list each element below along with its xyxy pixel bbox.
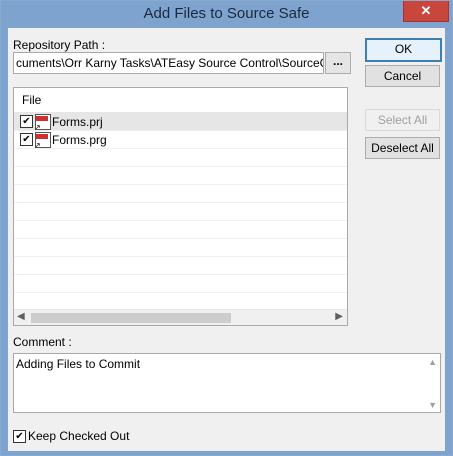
file-column-header: File [22, 93, 42, 107]
file-checkbox[interactable]: ✔ [20, 115, 33, 128]
deselect-all-button[interactable]: Deselect All [365, 137, 440, 159]
scroll-thumb[interactable] [31, 313, 231, 323]
prj-file-icon: ↗ [34, 114, 51, 132]
comment-textarea[interactable]: Adding Files to Commit ▲ ▼ [13, 353, 441, 413]
file-list[interactable]: File ✔ ↗ Forms.prj ✔ ↗ Forms.prg ◀ ▶ [13, 87, 348, 326]
file-list-header[interactable]: File [14, 88, 347, 113]
scroll-down-icon[interactable]: ▼ [428, 400, 437, 410]
file-checkbox[interactable]: ✔ [20, 133, 33, 146]
dialog-client-area: Repository Path : cuments\Orr Karny Task… [8, 28, 445, 451]
file-row[interactable]: ✔ ↗ Forms.prg [14, 131, 347, 150]
cancel-button[interactable]: Cancel [365, 65, 440, 87]
title-bar[interactable]: Add Files to Source Safe ✕ [1, 1, 452, 28]
horizontal-scrollbar[interactable]: ◀ ▶ [14, 309, 347, 325]
keep-checked-out-checkbox[interactable]: ✔ [13, 430, 26, 443]
scroll-left-icon[interactable]: ◀ [17, 311, 25, 322]
repository-path-input[interactable]: cuments\Orr Karny Tasks\ATEasy Source Co… [13, 52, 324, 74]
repository-path-label: Repository Path : [13, 38, 106, 52]
comment-text: Adding Files to Commit [16, 357, 141, 371]
ok-button[interactable]: OK [365, 38, 442, 62]
window-title: Add Files to Source Safe [143, 5, 310, 22]
close-button[interactable]: ✕ [403, 1, 449, 22]
scroll-right-icon[interactable]: ▶ [335, 311, 343, 322]
file-rows: ✔ ↗ Forms.prj ✔ ↗ Forms.prg [14, 113, 347, 311]
scroll-up-icon[interactable]: ▲ [428, 357, 437, 367]
select-all-button[interactable]: Select All [365, 109, 440, 131]
keep-checked-out-label: Keep Checked Out [28, 429, 130, 443]
file-row[interactable]: ✔ ↗ Forms.prj [14, 113, 347, 132]
prg-file-icon: ↗ [34, 132, 51, 150]
add-files-dialog: Add Files to Source Safe ✕ Repository Pa… [0, 0, 453, 456]
file-name: Forms.prg [52, 133, 107, 147]
comment-label: Comment : [13, 335, 72, 349]
file-name: Forms.prj [52, 115, 103, 129]
browse-button[interactable]: ... [325, 52, 351, 74]
